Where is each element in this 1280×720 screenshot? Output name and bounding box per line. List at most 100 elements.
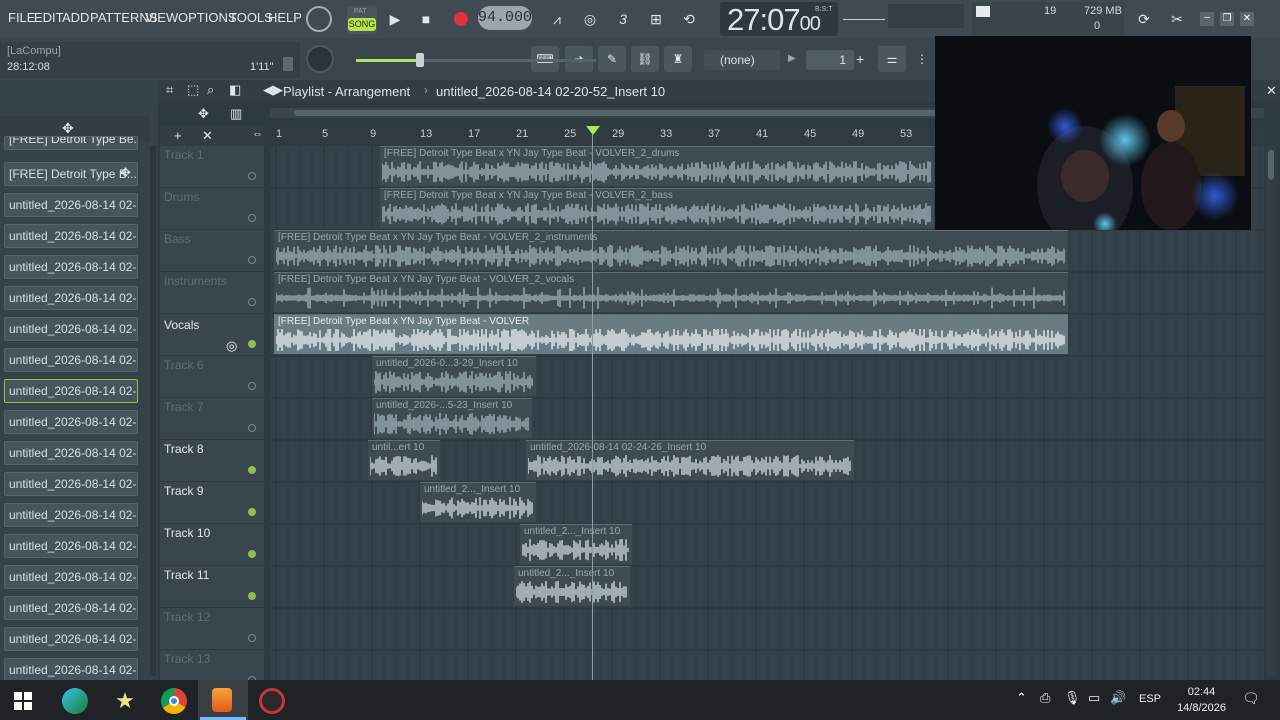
vertical-scrollbar[interactable] (1266, 146, 1276, 676)
wait-input-icon[interactable]: ◎ (577, 6, 603, 32)
track-enable-toggle[interactable] (248, 466, 256, 474)
track-label[interactable]: Track 13 (164, 652, 210, 666)
track-label[interactable]: Vocals (164, 318, 199, 332)
track-enable-toggle[interactable] (248, 382, 256, 390)
fl-studio-taskbar-item[interactable] (198, 680, 248, 720)
track-enable-toggle[interactable] (248, 340, 256, 348)
volume-icon[interactable]: 🔊 (1110, 690, 1126, 706)
master-volume-slider[interactable] (356, 53, 596, 67)
metronome-icon[interactable]: ⩘ (544, 6, 570, 32)
browser-item[interactable]: untitled_2026-08-14 02-... (4, 658, 138, 682)
close-button[interactable]: ✕ (1240, 12, 1254, 26)
track-enable-toggle[interactable] (248, 508, 256, 516)
track-label[interactable]: Track 1 (164, 148, 204, 162)
audio-clip[interactable]: [FREE] Detroit Type Beat x YN Jay Type B… (274, 230, 1068, 270)
browser-item[interactable]: untitled_2026-08-14 02-... (4, 317, 138, 341)
stop-button[interactable]: ■ (413, 6, 439, 32)
audio-clip[interactable]: untitled_2..._Insert 10 (514, 566, 630, 606)
add-track-icon[interactable]: + (174, 128, 182, 143)
track-label[interactable]: Track 9 (164, 484, 204, 498)
track-label[interactable]: Bass (164, 232, 191, 246)
pattern-prev-icon[interactable]: ▶ (788, 50, 800, 68)
browser-nav-icon[interactable]: ✥ (62, 120, 74, 137)
audio-clip[interactable]: [FREE] Detroit Type Beat x YN Jay Type B… (380, 146, 934, 186)
track-enable-toggle[interactable] (248, 592, 256, 600)
menu-view[interactable]: VIEW (145, 10, 178, 25)
brush-icon[interactable]: ✎ (598, 46, 626, 72)
browser-scrollbar[interactable] (150, 146, 156, 676)
menu-edit[interactable]: EDIT (34, 10, 64, 25)
audio-clip[interactable]: untitled_2..._Insert 10 (520, 524, 632, 564)
resize-icon[interactable]: ⇔ (252, 128, 263, 140)
pattern-selector[interactable]: 1 (806, 50, 854, 70)
browser-item[interactable]: untitled_2026-08-14 02-... (4, 193, 138, 217)
master-volume-knob[interactable] (306, 45, 334, 73)
pattern-add-icon[interactable]: + (856, 50, 868, 68)
device-icon[interactable]: ⎙ (1040, 690, 1050, 706)
browser-item[interactable]: untitled_2026-08-14 02-... (4, 472, 138, 496)
snap-selector[interactable]: (none) (704, 50, 780, 70)
track-enable-toggle[interactable] (248, 634, 256, 642)
record-button[interactable] (448, 6, 474, 32)
audio-clip[interactable]: [FREE] Detroit Type Beat x YN Jay Type B… (274, 272, 1068, 312)
chrome-icon[interactable] (161, 688, 187, 714)
pat-song-switch[interactable]: PAT SONG (347, 6, 377, 34)
countdown-icon[interactable]: 3 (610, 6, 636, 32)
language-indicator[interactable]: ESP (1139, 693, 1161, 705)
audio-clip[interactable]: until...ert 10 (368, 440, 440, 480)
browser-item[interactable]: [FREE] Detroit Type B... (4, 162, 138, 186)
browser-item[interactable]: [FREE] Detroit Type Be... (4, 136, 138, 150)
obs-icon[interactable] (259, 688, 285, 714)
menu-file[interactable]: FILE (8, 10, 35, 25)
track-enable-toggle[interactable] (248, 214, 256, 222)
step-icon[interactable]: ▥ (230, 106, 242, 122)
menu-add[interactable]: ADD (62, 10, 89, 25)
tools-icon[interactable]: ✂ (1164, 6, 1190, 32)
play-button[interactable]: ▶ (382, 6, 408, 32)
edge-icon[interactable] (62, 688, 88, 714)
playback-icon[interactable]: ◧ (229, 82, 241, 98)
track-label[interactable]: Instruments (164, 274, 227, 288)
notifications-icon[interactable]: 🗨 (1242, 690, 1260, 707)
drag-handle-icon[interactable]: ✥ (120, 165, 131, 181)
audio-clip[interactable]: untitled_2026-08-14 02-24-26_Insert 10 (526, 440, 854, 480)
windows-start-icon[interactable] (14, 692, 32, 710)
browser-item[interactable]: untitled_2026-08-14 02-... (4, 596, 138, 620)
track-label[interactable]: Track 11 (164, 568, 209, 582)
browser-item[interactable]: untitled_2026-08-14 02-... (4, 379, 138, 403)
track-label[interactable]: Track 12 (164, 610, 210, 624)
browser-item[interactable]: untitled_2026-08-14 02-... (4, 286, 138, 310)
track-enable-toggle[interactable] (248, 424, 256, 432)
loop-record-icon[interactable]: ⟲ (676, 6, 702, 32)
master-pitch-knob[interactable] (306, 6, 332, 32)
browser-item[interactable]: untitled_2026-08-14 02-... (4, 224, 138, 248)
browser-item[interactable]: untitled_2026-08-14 02-... (4, 503, 138, 527)
browser-item[interactable]: untitled_2026-08-14 02-... (4, 441, 138, 465)
vertical-scroll-thumb[interactable] (1268, 150, 1274, 180)
track-label[interactable]: Track 8 (164, 442, 204, 456)
browser-item[interactable]: untitled_2026-08-14 02-... (4, 534, 138, 558)
network-icon[interactable]: ▭ (1088, 690, 1100, 706)
star-app-icon[interactable]: ★ (112, 688, 138, 714)
playhead-marker-icon[interactable] (586, 126, 600, 135)
playlist-close-icon[interactable]: ✕ (1266, 83, 1277, 99)
audio-clip[interactable]: untitled_2026-...5-23_Insert 10 (372, 398, 532, 438)
chevron-up-icon[interactable]: ⌃ (1016, 690, 1027, 706)
track-label[interactable]: Track 7 (164, 400, 204, 414)
horizontal-scroll-thumb[interactable] (294, 110, 954, 116)
menu-options[interactable]: OPTIONS (178, 10, 237, 25)
master-volume-handle[interactable] (416, 53, 424, 67)
zoom-icon[interactable]: ⌕ (207, 82, 214, 98)
audio-clip[interactable]: [FREE] Detroit Type Beat x YN Jay Type B… (274, 314, 1068, 354)
stamp-icon[interactable]: ♜ (664, 46, 692, 72)
track-enable-toggle[interactable] (248, 550, 256, 558)
microphone-icon[interactable]: 🎙 (1064, 690, 1081, 706)
pan-icon[interactable]: ✥ (198, 106, 209, 122)
menu-help[interactable]: HELP (268, 10, 302, 25)
remove-track-icon[interactable]: ✕ (202, 128, 213, 144)
playlist-dropdown-icon[interactable]: ◀▶ (263, 82, 283, 98)
track-label[interactable]: Track 10 (164, 526, 210, 540)
browser-item[interactable]: untitled_2026-08-14 02-... (4, 565, 138, 589)
step-edit-icon[interactable]: ⊞ (643, 6, 669, 32)
audio-clip[interactable]: [FREE] Detroit Type Beat x YN Jay Type B… (380, 188, 934, 228)
